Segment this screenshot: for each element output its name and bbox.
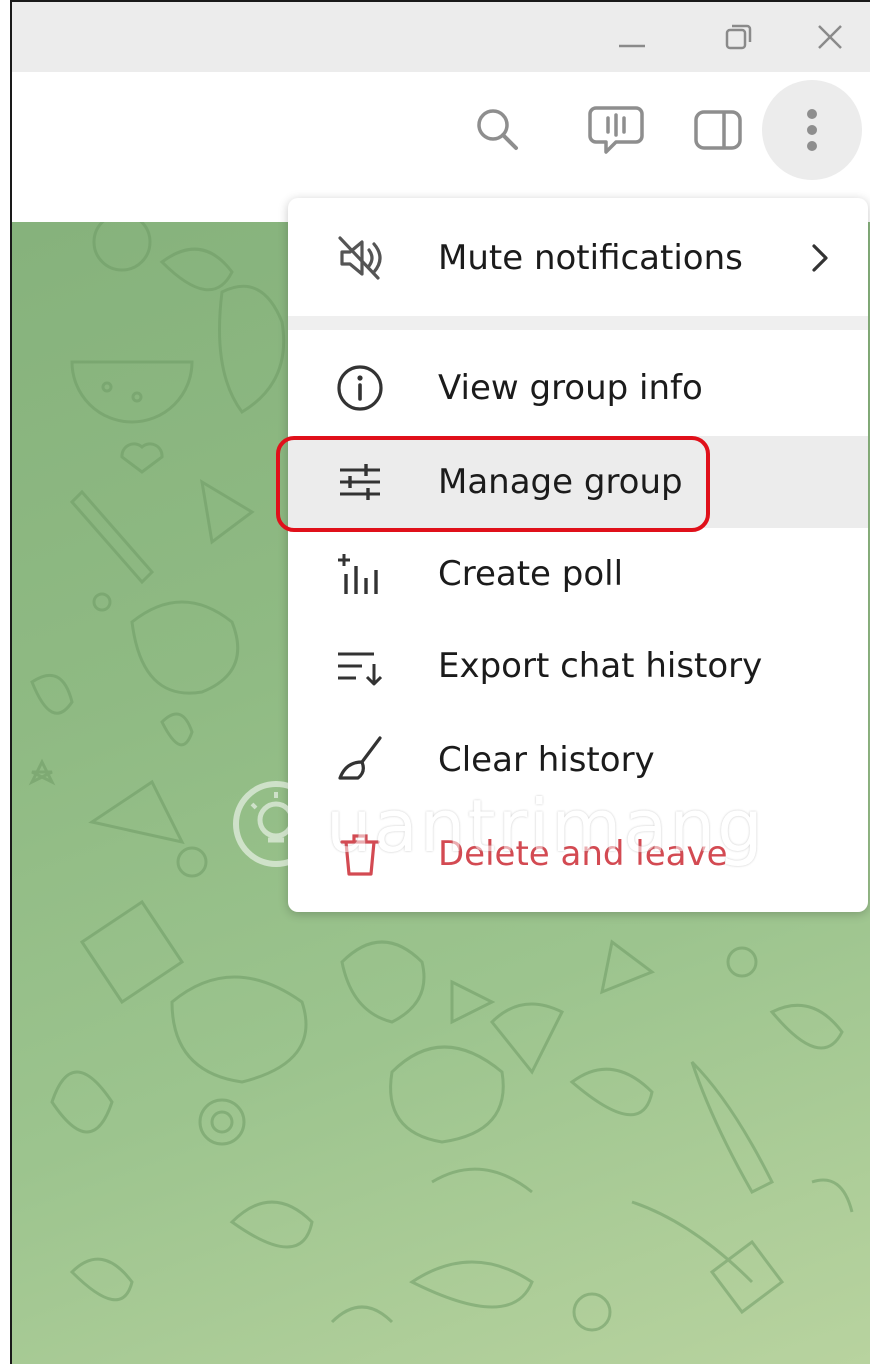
menu-item-delete-and-leave[interactable]: Delete and leave	[288, 808, 868, 900]
broom-icon	[332, 732, 388, 788]
info-icon	[332, 360, 388, 416]
search-icon	[477, 109, 518, 150]
restore-icon	[725, 24, 752, 50]
sidebar-toggle-icon	[694, 110, 742, 150]
menu-item-label: Mute notifications	[438, 238, 743, 278]
voice-chat-button[interactable]	[566, 80, 666, 180]
minimize-button[interactable]	[584, 2, 680, 72]
restore-button[interactable]	[690, 2, 786, 72]
menu-item-mute-notifications[interactable]: Mute notifications	[288, 212, 868, 304]
export-icon	[332, 638, 388, 694]
voice-chat-icon	[588, 106, 644, 154]
menu-item-export-chat-history[interactable]: Export chat history	[288, 620, 868, 712]
menu-item-clear-history[interactable]: Clear history	[288, 714, 868, 806]
poll-icon	[332, 546, 388, 602]
title-bar	[12, 2, 870, 72]
menu-item-manage-group[interactable]: Manage group	[288, 436, 868, 528]
minimize-icon	[619, 44, 645, 48]
menu-item-label: Delete and leave	[438, 834, 728, 874]
close-button[interactable]	[782, 2, 870, 72]
menu-item-label: View group info	[438, 368, 703, 408]
more-options-button[interactable]	[762, 80, 862, 180]
menu-item-label: Create poll	[438, 554, 624, 594]
trash-icon	[332, 826, 388, 882]
menu-separator	[288, 316, 868, 330]
more-vertical-icon	[807, 109, 817, 151]
sidebar-toggle-button[interactable]	[668, 80, 768, 180]
sliders-icon	[332, 454, 388, 510]
chevron-right-icon	[812, 244, 828, 272]
search-button[interactable]	[448, 80, 548, 180]
app-window: Mute notifications View group info Manag…	[10, 0, 870, 1364]
menu-item-view-group-info[interactable]: View group info	[288, 342, 868, 434]
menu-item-label: Clear history	[438, 740, 655, 780]
menu-item-label: Manage group	[438, 462, 683, 502]
close-icon	[818, 25, 842, 49]
mute-icon	[332, 230, 388, 286]
menu-item-label: Export chat history	[438, 646, 763, 686]
chat-options-menu: Mute notifications View group info Manag…	[288, 198, 868, 912]
menu-item-create-poll[interactable]: Create poll	[288, 528, 868, 620]
